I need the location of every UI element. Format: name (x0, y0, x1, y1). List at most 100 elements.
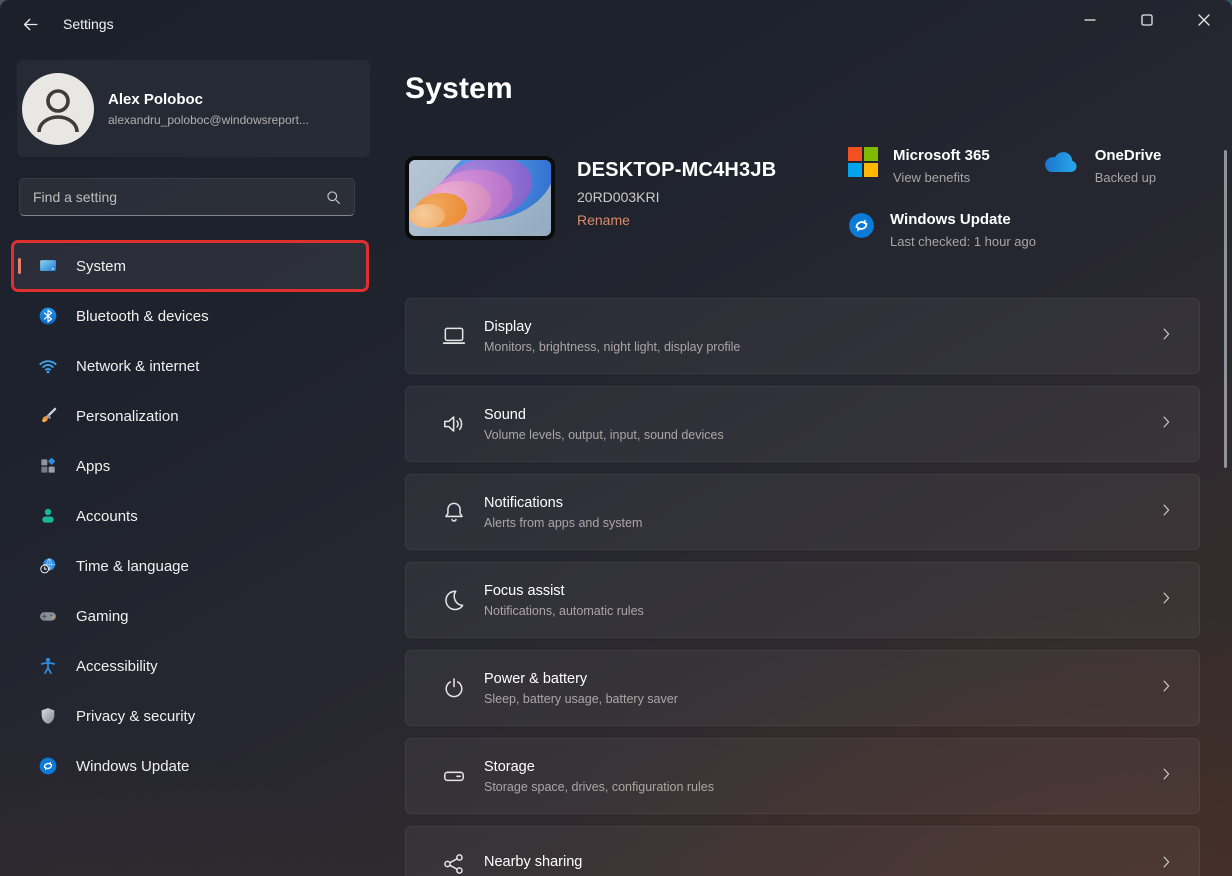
chevron-right-icon (1157, 325, 1175, 348)
device-header: DESKTOP-MC4H3JB 20RD003KRI Rename (405, 156, 1200, 240)
sidebar-item-bluetooth-devices[interactable]: Bluetooth & devices (14, 293, 366, 339)
sidebar-item-label: Personalization (76, 408, 179, 425)
microsoft-365-logo (848, 147, 878, 177)
paintbrush-icon (38, 406, 58, 426)
sidebar-item-personalization[interactable]: Personalization (14, 393, 366, 439)
sidebar-item-label: Time & language (76, 558, 189, 575)
accessibility-icon (38, 656, 58, 676)
status-subtitle: Last checked: 1 hour ago (890, 234, 1036, 249)
sync-icon (38, 756, 58, 776)
sidebar-item-label: Apps (76, 458, 110, 475)
window-controls (1061, 0, 1232, 40)
selected-accent-pill (18, 258, 21, 274)
card-title: Nearby sharing (484, 854, 582, 870)
card-title: Display (484, 319, 740, 335)
search-input[interactable] (33, 189, 325, 205)
back-button[interactable] (14, 8, 46, 40)
sidebar-item-network-internet[interactable]: Network & internet (14, 343, 366, 389)
sidebar-item-label: Bluetooth & devices (76, 308, 209, 325)
bell-icon (441, 499, 467, 525)
sidebar-item-label: Privacy & security (76, 708, 195, 725)
profile-name: Alex Poloboc (108, 91, 309, 108)
sidebar-item-windows-update[interactable]: Windows Update (14, 743, 366, 789)
search-box (19, 178, 355, 216)
close-icon (1192, 8, 1216, 32)
card-subtitle: Monitors, brightness, night light, displ… (484, 340, 740, 354)
avatar (22, 73, 94, 145)
card-title: Power & battery (484, 671, 678, 687)
windows-update-icon (848, 212, 875, 239)
shield-icon (38, 706, 58, 726)
wifi-icon (38, 356, 58, 376)
chevron-right-icon (1157, 413, 1175, 436)
card-title: Sound (484, 407, 724, 423)
sidebar-item-gaming[interactable]: Gaming (14, 593, 366, 639)
status-title: Microsoft 365 (893, 147, 990, 164)
apps-grid-icon (38, 456, 58, 476)
main-content: System DESKTOP-MC4H3JB 20RD003KRI Rename (405, 48, 1200, 876)
card-power-battery[interactable]: Power & battery Sleep, battery usage, ba… (405, 650, 1200, 726)
sidebar-item-time-language[interactable]: Time & language (14, 543, 366, 589)
onedrive-cloud-icon (1042, 151, 1080, 176)
card-focus-assist[interactable]: Focus assist Notifications, automatic ru… (405, 562, 1200, 638)
minimize-button[interactable] (1061, 0, 1118, 40)
share-icon (441, 851, 467, 876)
profile-email: alexandru_poloboc@windowsreport... (108, 113, 309, 127)
speaker-icon (441, 411, 467, 437)
status-title: Windows Update (890, 211, 1036, 228)
card-subtitle: Notifications, automatic rules (484, 604, 644, 618)
page-title: System (405, 72, 1200, 106)
sidebar-item-apps[interactable]: Apps (14, 443, 366, 489)
chevron-right-icon (1157, 765, 1175, 788)
chevron-right-icon (1157, 853, 1175, 876)
card-nearby-sharing[interactable]: Nearby sharing (405, 826, 1200, 876)
sidebar-item-label: Network & internet (76, 358, 199, 375)
sidebar-item-label: Gaming (76, 608, 129, 625)
profile-card[interactable]: Alex Poloboc alexandru_poloboc@windowsre… (17, 60, 370, 157)
settings-window: Settings Alex Poloboc alexan (0, 0, 1232, 876)
rename-link[interactable]: Rename (577, 212, 630, 228)
gamepad-icon (38, 606, 58, 626)
device-wallpaper-thumbnail (405, 156, 555, 240)
card-title: Focus assist (484, 583, 644, 599)
scrollbar-thumb[interactable] (1224, 150, 1227, 468)
sidebar: Alex Poloboc alexandru_poloboc@windowsre… (0, 48, 380, 876)
sidebar-item-privacy-security[interactable]: Privacy & security (14, 693, 366, 739)
windows-update-status[interactable]: Windows Update Last checked: 1 hour ago (848, 211, 1036, 249)
titlebar: Settings (0, 0, 1232, 48)
device-name: DESKTOP-MC4H3JB (577, 159, 776, 182)
sidebar-item-label: System (76, 258, 126, 275)
globe-clock-icon (38, 556, 58, 576)
status-subtitle: Backed up (1095, 170, 1162, 185)
moon-icon (441, 587, 467, 613)
chevron-right-icon (1157, 677, 1175, 700)
sidebar-item-accounts[interactable]: Accounts (14, 493, 366, 539)
card-display[interactable]: Display Monitors, brightness, night ligh… (405, 298, 1200, 374)
chevron-right-icon (1157, 501, 1175, 524)
sidebar-item-system[interactable]: System (14, 243, 366, 289)
search-icon (325, 189, 342, 206)
monitor-icon (441, 323, 467, 349)
onedrive-status[interactable]: OneDrive Backed up (1042, 147, 1162, 185)
card-sound[interactable]: Sound Volume levels, output, input, soun… (405, 386, 1200, 462)
display-icon (38, 256, 58, 276)
microsoft-365-status[interactable]: Microsoft 365 View benefits (848, 147, 990, 185)
app-title: Settings (63, 16, 114, 32)
card-subtitle: Storage space, drives, configuration rul… (484, 780, 714, 794)
device-model: 20RD003KRI (577, 189, 776, 205)
status-title: OneDrive (1095, 147, 1162, 164)
card-notifications[interactable]: Notifications Alerts from apps and syste… (405, 474, 1200, 550)
card-subtitle: Sleep, battery usage, battery saver (484, 692, 678, 706)
maximize-button[interactable] (1118, 0, 1175, 40)
card-title: Storage (484, 759, 714, 775)
maximize-icon (1135, 8, 1159, 32)
sidebar-item-accessibility[interactable]: Accessibility (14, 643, 366, 689)
sidebar-item-label: Accessibility (76, 658, 158, 675)
chevron-right-icon (1157, 589, 1175, 612)
status-subtitle: View benefits (893, 170, 990, 185)
card-subtitle: Volume levels, output, input, sound devi… (484, 428, 724, 442)
sidebar-item-label: Accounts (76, 508, 138, 525)
sidebar-nav: System Bluetooth & devices (0, 243, 380, 789)
card-storage[interactable]: Storage Storage space, drives, configura… (405, 738, 1200, 814)
close-button[interactable] (1175, 0, 1232, 40)
